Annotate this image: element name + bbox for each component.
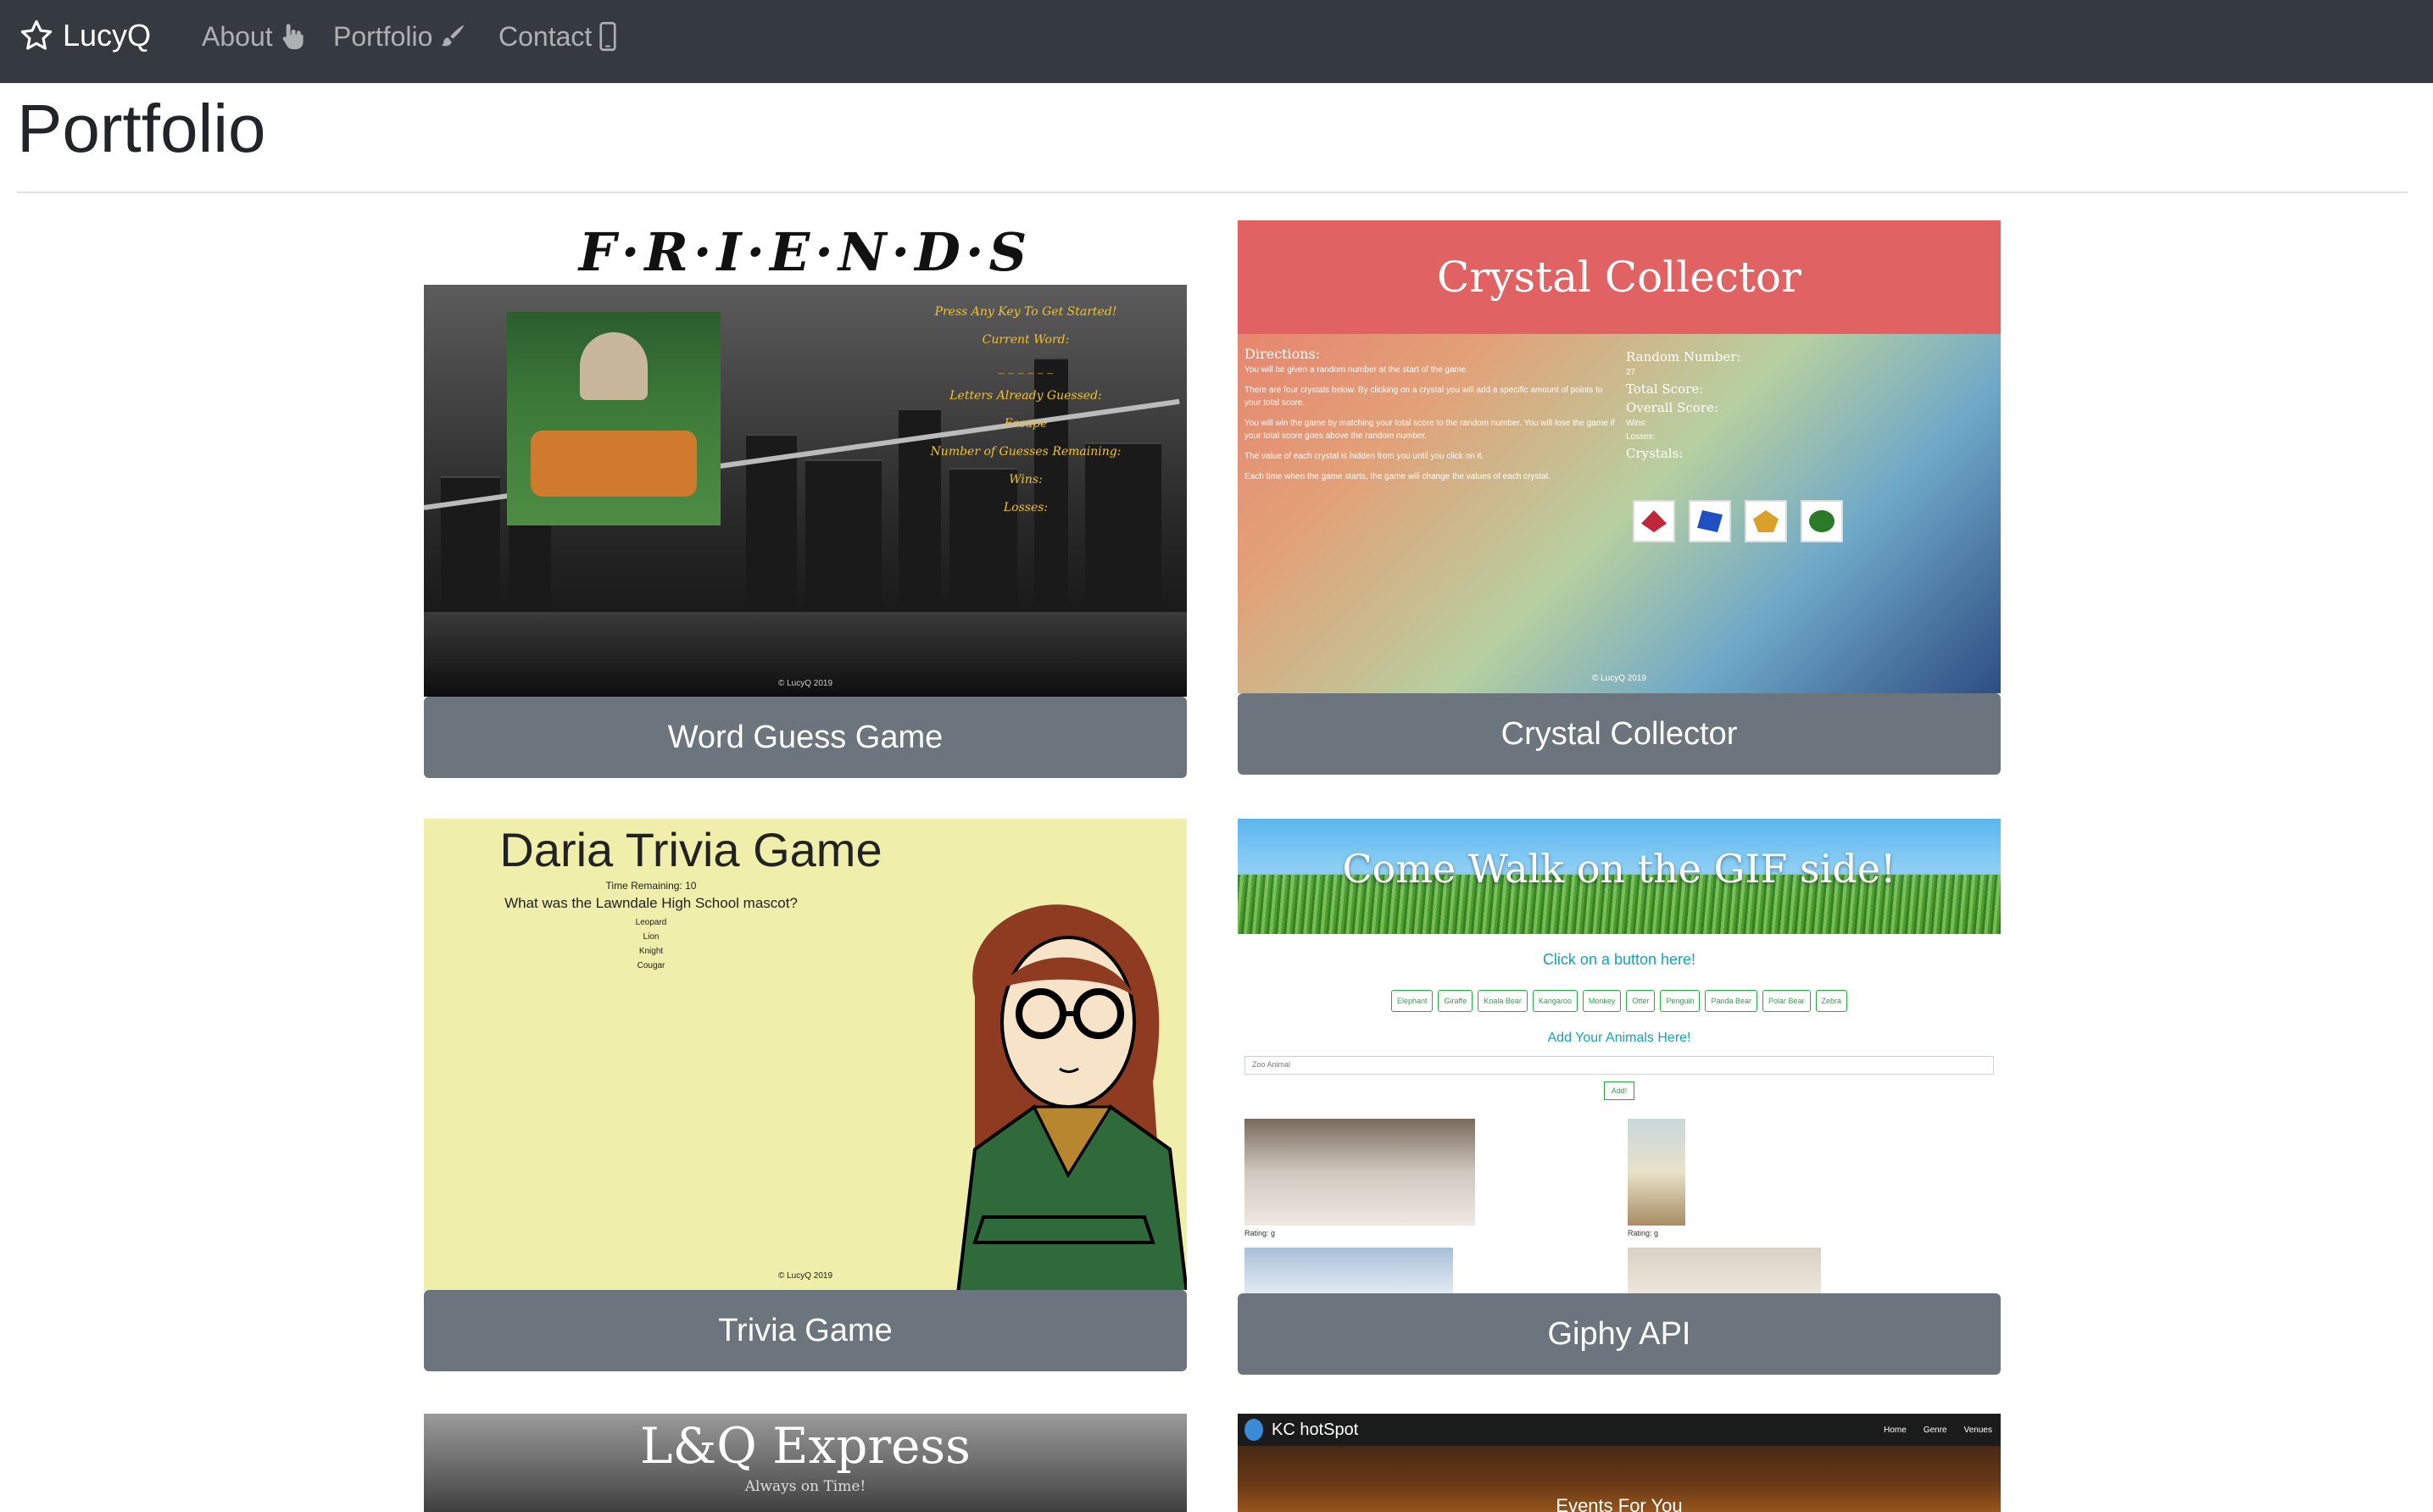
- project-card-kc-hotspot: KC hotSpot Home Genre Venues Events For …: [1238, 1414, 2001, 1512]
- city-skyline-image: Press Any Key To Get Started! Current Wo…: [424, 285, 1187, 697]
- animal-button: Kangaroo: [1532, 990, 1578, 1012]
- project-card-giphy: Come Walk on the GIF side! Click on a bu…: [1238, 819, 2001, 1375]
- blue-crystal-icon: [1689, 500, 1731, 542]
- animal-button: Koala Bear: [1478, 990, 1528, 1012]
- giphy-button[interactable]: Giphy API: [1238, 1293, 2001, 1375]
- animal-button: Monkey: [1582, 990, 1622, 1012]
- map-pin-icon: [1244, 1419, 1263, 1441]
- crystal-banner: Crystal Collector: [1238, 220, 2001, 334]
- animal-button: Elephant: [1390, 990, 1434, 1012]
- gif-rating: Rating: g: [1628, 1229, 1659, 1237]
- kc-link: Venues: [1963, 1425, 1992, 1435]
- project-card-lq-express: L&Q Express Always on Time!: [424, 1414, 1187, 1512]
- nav-contact[interactable]: Contact: [498, 17, 617, 56]
- brand-label: LucyQ: [63, 18, 152, 53]
- crystal-copyright: © LucyQ 2019: [1591, 674, 1647, 683]
- kc-hotspot-screenshot[interactable]: KC hotSpot Home Genre Venues Events For …: [1238, 1414, 2001, 1512]
- kc-link: Genre: [1923, 1425, 1947, 1435]
- trivia-copyright: © LucyQ 2019: [777, 1271, 833, 1281]
- brand-link[interactable]: LucyQ: [19, 15, 151, 56]
- trivia-screenshot[interactable]: Daria Trivia Game Time Remaining: 10 Wha…: [424, 819, 1187, 1290]
- friends-logo: F·R·I·E·N·D·S: [578, 220, 1033, 283]
- giphy-submit: Add!: [1604, 1081, 1634, 1100]
- crystal-buttons: [1633, 500, 1843, 542]
- project-card-word-guess: F·R·I·E·N·D·S Press Any Key To Get Start…: [424, 219, 1187, 778]
- nav-contact-label: Contact: [498, 20, 593, 52]
- lq-subtitle: Always on Time!: [744, 1478, 866, 1495]
- navbar: LucyQ About Portfolio Contact: [0, 0, 2433, 83]
- daria-illustration: [956, 904, 1187, 1290]
- project-card-crystal-collector: Crystal Collector Directions: You will b…: [1238, 220, 2001, 775]
- animal-button: Giraffe: [1438, 990, 1473, 1012]
- gif-rating: Rating: g: [1244, 1229, 1276, 1237]
- lq-title: L&Q Express: [640, 1417, 971, 1475]
- mobile-phone-icon: [599, 21, 616, 52]
- kc-link: Home: [1884, 1425, 1907, 1435]
- lq-express-screenshot[interactable]: L&Q Express Always on Time!: [424, 1414, 1187, 1512]
- gif-image: [1244, 1248, 1453, 1293]
- trivia-button[interactable]: Trivia Game: [424, 1290, 1187, 1371]
- word-guess-game-text: Press Any Key To Get Started! Current Wo…: [930, 305, 1122, 514]
- trivia-question: What was the Lawndale High School mascot…: [504, 895, 798, 911]
- giphy-title: Come Walk on the GIF side!: [1342, 846, 1896, 892]
- gif-image: [1628, 1119, 1685, 1226]
- word-guess-copyright: © LucyQ 2019: [777, 679, 833, 688]
- crystal-collector-button[interactable]: Crystal Collector: [1238, 693, 2001, 775]
- kc-hero-text: Events For You: [1556, 1495, 1683, 1512]
- friends-couch-image: [507, 312, 721, 525]
- animal-button: Otter: [1626, 990, 1656, 1012]
- trivia-title: Daria Trivia Game: [499, 823, 882, 876]
- nav-about[interactable]: About: [202, 17, 305, 56]
- animal-button: Zebra: [1815, 990, 1848, 1012]
- giphy-click-text: Click on a button here!: [1542, 951, 1696, 968]
- nav-portfolio[interactable]: Portfolio: [333, 17, 466, 56]
- yellow-crystal-icon: [1745, 500, 1787, 542]
- word-guess-screenshot[interactable]: F·R·I·E·N·D·S Press Any Key To Get Start…: [424, 219, 1187, 697]
- red-crystal-icon: [1633, 500, 1675, 542]
- crystal-score: Random Number: 27 Total Score: Overall S…: [1626, 349, 1741, 461]
- trivia-time: Time Remaining: 10: [605, 880, 697, 892]
- nav-about-label: About: [202, 20, 273, 52]
- animal-buttons: Elephant Giraffe Koala Bear Kangaroo Mon…: [1238, 990, 2001, 1012]
- gif-image: [1628, 1248, 1821, 1293]
- paint-brush-icon: [442, 25, 465, 47]
- hand-pointer-icon: [282, 24, 303, 50]
- animal-button: Penguin: [1660, 990, 1701, 1012]
- giphy-screenshot[interactable]: Come Walk on the GIF side! Click on a bu…: [1238, 819, 2001, 1293]
- giphy-add-text: Add Your Animals Here!: [1547, 1031, 1691, 1045]
- giphy-input: Zoo Animal: [1244, 1056, 1994, 1075]
- page-title: Portfolio: [17, 91, 266, 166]
- star-icon: [20, 19, 53, 50]
- project-card-trivia: Daria Trivia Game Time Remaining: 10 Wha…: [424, 819, 1187, 1371]
- green-crystal-icon: [1801, 500, 1843, 542]
- crystal-collector-screenshot[interactable]: Crystal Collector Directions: You will b…: [1238, 220, 2001, 693]
- trivia-answers: Leopard Lion Knight Cougar: [635, 918, 667, 970]
- animal-button: Panda Bear: [1705, 990, 1758, 1012]
- kc-navbar: KC hotSpot Home Genre Venues: [1238, 1414, 2001, 1446]
- kc-links: Home Genre Venues: [1884, 1426, 1992, 1435]
- divider: [17, 192, 2408, 193]
- word-guess-button[interactable]: Word Guess Game: [424, 697, 1187, 778]
- gif-image: [1244, 1119, 1475, 1226]
- nav-portfolio-label: Portfolio: [333, 20, 433, 52]
- animal-button: Polar Bear: [1762, 990, 1811, 1012]
- crystal-directions: Directions: You will be given a random n…: [1244, 346, 1615, 482]
- kc-brand: KC hotSpot: [1244, 1419, 1358, 1441]
